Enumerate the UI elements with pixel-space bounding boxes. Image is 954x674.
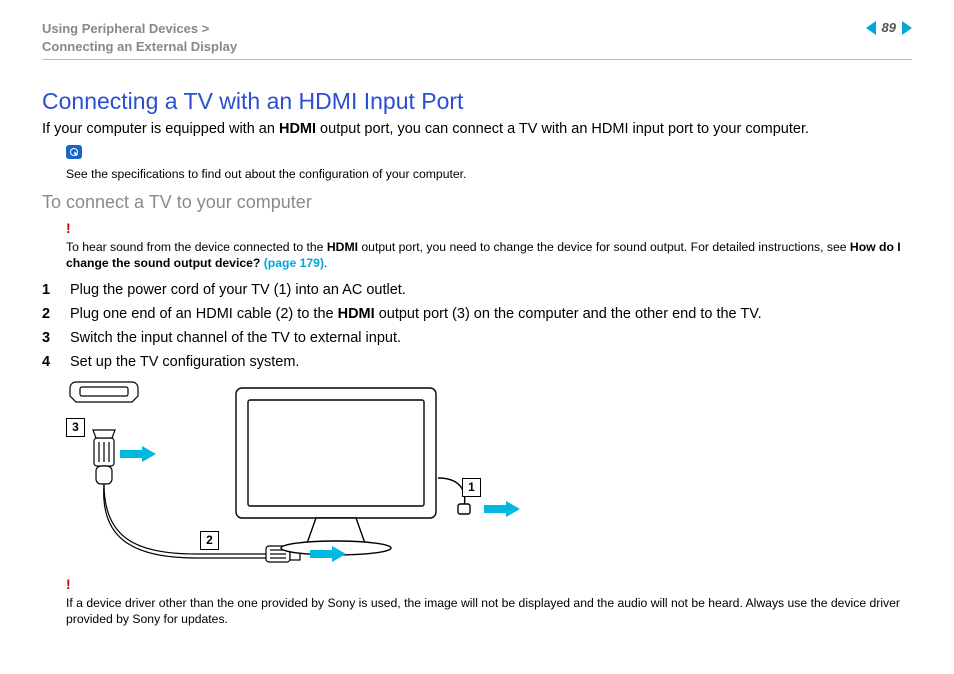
warn1-bold1: HDMI xyxy=(327,240,358,254)
intro-bold: HDMI xyxy=(279,121,316,137)
callout-2: 2 xyxy=(200,531,219,550)
diagram-svg xyxy=(66,378,536,573)
warning-note-2: ! If a device driver other than the one … xyxy=(66,575,912,628)
pager: 89 xyxy=(866,20,912,35)
breadcrumb-line1: Using Peripheral Devices > xyxy=(42,21,209,36)
warning-icon: ! xyxy=(66,219,912,238)
step-text: Set up the TV configuration system. xyxy=(70,354,299,370)
step-item: 3 Switch the input channel of the TV to e… xyxy=(42,330,912,346)
breadcrumb-line2: Connecting an External Display xyxy=(42,39,237,54)
step-item: 4 Set up the TV configuration system. xyxy=(42,354,912,370)
step2-bold: HDMI xyxy=(338,306,375,322)
step-item: 2 Plug one end of an HDMI cable (2) to th… xyxy=(42,306,912,322)
step-text: Plug one end of an HDMI cable (2) to the… xyxy=(70,306,762,322)
step-number: 2 xyxy=(42,306,54,322)
connection-diagram: 3 2 1 xyxy=(66,378,536,573)
step-number: 4 xyxy=(42,354,54,370)
callout-1: 1 xyxy=(462,478,481,497)
arrow-icon xyxy=(120,446,156,462)
intro-paragraph: If your computer is equipped with an HDM… xyxy=(42,121,912,137)
page-header: Using Peripheral Devices > Connecting an… xyxy=(42,20,912,55)
info-note: See the specifications to find out about… xyxy=(66,145,912,182)
section-subheading: To connect a TV to your computer xyxy=(42,192,912,213)
header-rule xyxy=(42,59,912,60)
warn1-b: output port, you need to change the devi… xyxy=(358,240,850,254)
document-page: Using Peripheral Devices > Connecting an… xyxy=(0,0,954,674)
next-page-icon[interactable] xyxy=(902,21,912,35)
warn2-text: If a device driver other than the one pr… xyxy=(66,596,900,626)
step-text: Switch the input channel of the TV to ex… xyxy=(70,330,401,346)
breadcrumb: Using Peripheral Devices > Connecting an… xyxy=(42,20,237,55)
step-item: 1 Plug the power cord of your TV (1) into… xyxy=(42,282,912,298)
warning-note-1: ! To hear sound from the device connecte… xyxy=(66,219,912,272)
step-text: Plug the power cord of your TV (1) into … xyxy=(70,282,406,298)
step-number: 1 xyxy=(42,282,54,298)
step2-b: output port (3) on the computer and the … xyxy=(375,306,762,322)
step2-a: Plug one end of an HDMI cable (2) to the xyxy=(70,306,338,322)
warn1-c: . xyxy=(324,256,327,270)
step-number: 3 xyxy=(42,330,54,346)
warning-icon: ! xyxy=(66,575,912,594)
page-link[interactable]: (page 179) xyxy=(264,256,324,270)
arrow-icon xyxy=(310,546,346,562)
warn1-a: To hear sound from the device connected … xyxy=(66,240,327,254)
intro-text-a: If your computer is equipped with an xyxy=(42,121,279,137)
arrow-icon xyxy=(484,501,520,517)
callout-3: 3 xyxy=(66,418,85,437)
prev-page-icon[interactable] xyxy=(866,21,876,35)
info-note-text: See the specifications to find out about… xyxy=(66,167,466,181)
steps-list: 1 Plug the power cord of your TV (1) into… xyxy=(42,282,912,370)
page-number: 89 xyxy=(882,20,896,35)
page-title: Connecting a TV with an HDMI Input Port xyxy=(42,88,912,115)
info-icon xyxy=(66,145,82,159)
intro-text-b: output port, you can connect a TV with a… xyxy=(316,121,809,137)
